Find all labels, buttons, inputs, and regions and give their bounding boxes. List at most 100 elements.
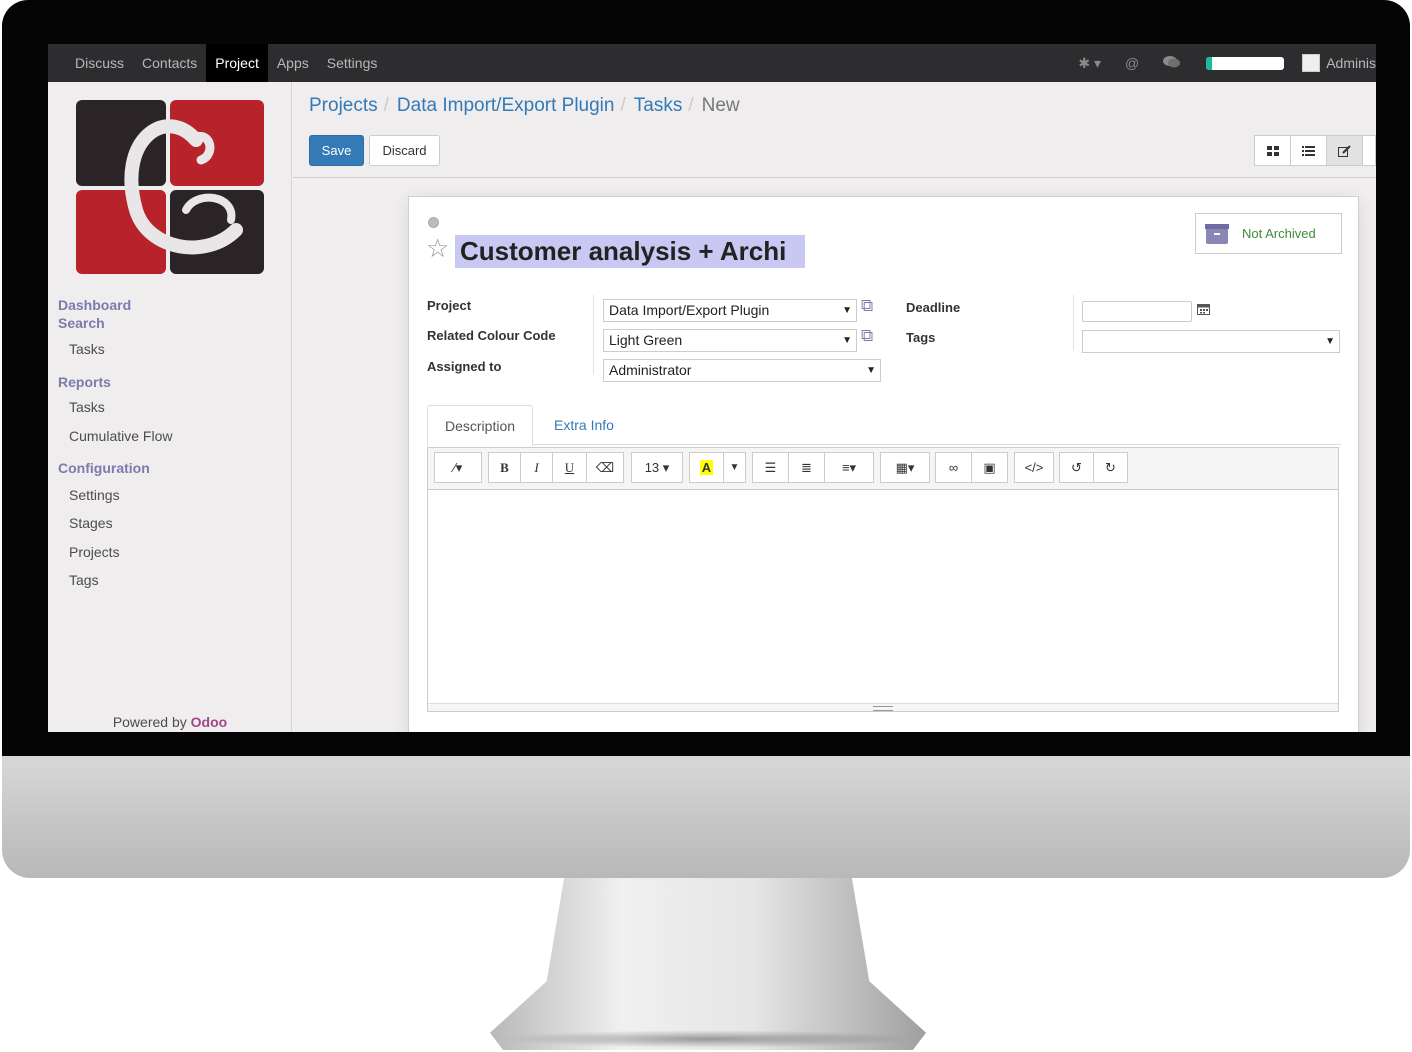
colour-code-label: Related Colour Code <box>427 328 556 343</box>
deadline-input[interactable] <box>1082 301 1192 322</box>
description-editor: ⁄▾ B I U ⌫ 13 ▾ A ▼ ☰ ≣ ≡▾ ▦▾ ∞ ▣ </> ↺ … <box>427 447 1339 712</box>
breadcrumb-separator: / <box>688 95 694 116</box>
kanban-icon <box>1266 145 1279 156</box>
editor-content-area[interactable] <box>428 490 1338 704</box>
list-view-button[interactable] <box>1290 135 1327 166</box>
undo-icon: ↺ <box>1071 459 1082 475</box>
menu-contacts[interactable]: Contacts <box>133 44 206 82</box>
font-size-dropdown[interactable]: 13 ▾ <box>631 452 683 483</box>
chevron-down-icon: ▼ <box>1325 336 1335 347</box>
tab-extra-info[interactable]: Extra Info <box>537 405 631 446</box>
image-button[interactable]: ▣ <box>971 452 1008 483</box>
external-link-icon[interactable]: ⧉ <box>861 326 873 346</box>
notebook-tabs: Description Extra Info <box>427 405 1341 446</box>
sidebar-configuration[interactable]: Configuration <box>58 459 150 477</box>
monitor-stand <box>490 878 926 1050</box>
undo-button[interactable]: ↺ <box>1059 452 1094 483</box>
priority-star-icon[interactable]: ☆ <box>426 235 449 261</box>
discard-button[interactable]: Discard <box>369 135 440 166</box>
paragraph-align-dropdown[interactable]: ≡▾ <box>824 452 874 483</box>
breadcrumb-projects[interactable]: Projects <box>309 95 378 117</box>
underline-button[interactable]: U <box>552 452 587 483</box>
link-icon: ∞ <box>948 460 959 475</box>
chevron-down-icon: ▼ <box>842 335 852 346</box>
redo-button[interactable]: ↻ <box>1093 452 1128 483</box>
tags-select[interactable]: ▼ <box>1082 330 1340 353</box>
company-logo <box>76 100 264 274</box>
more-views-button[interactable] <box>1362 135 1376 166</box>
onboarding-progress-bar <box>1206 56 1285 70</box>
control-panel: Projects / Data Import/Export Plugin / T… <box>293 82 1376 178</box>
menu-project[interactable]: Project <box>206 44 268 82</box>
powered-by: Powered by Odoo <box>48 714 292 730</box>
chevron-down-icon: ▼ <box>866 365 876 376</box>
form-view-button[interactable] <box>1326 135 1363 166</box>
sidebar-item-tags[interactable]: Tags <box>69 572 99 588</box>
image-icon: ▣ <box>983 459 996 475</box>
task-title-input[interactable]: Customer analysis + Archi <box>455 235 805 268</box>
style-dropdown-button[interactable]: ⁄▾ <box>434 452 482 483</box>
user-avatar[interactable] <box>1302 54 1321 72</box>
archive-toggle-button[interactable]: Not Archived <box>1195 213 1342 254</box>
kanban-view-button[interactable] <box>1254 135 1291 166</box>
menu-apps[interactable]: Apps <box>268 44 318 82</box>
sidebar-item-cumulative-flow[interactable]: Cumulative Flow <box>69 428 172 444</box>
chat-icon[interactable] <box>1163 55 1181 72</box>
project-select[interactable]: Data Import/Export Plugin ▼ <box>603 299 857 322</box>
menu-discuss[interactable]: Discuss <box>66 44 133 82</box>
kanban-state-indicator[interactable] <box>428 217 439 228</box>
sidebar: Dashboard Search Tasks Reports Tasks Cum… <box>48 82 292 732</box>
tags-label: Tags <box>906 330 936 345</box>
project-label: Project <box>427 298 472 313</box>
menu-settings[interactable]: Settings <box>318 44 387 82</box>
assigned-to-value: Administrator <box>609 362 692 378</box>
bullet-list-button[interactable]: ☰ <box>752 452 789 483</box>
sidebar-reports[interactable]: Reports <box>58 373 111 391</box>
odoo-link[interactable]: Odoo <box>191 714 228 730</box>
progress-fill <box>1206 56 1213 70</box>
sidebar-search[interactable]: Search <box>58 314 105 332</box>
powered-by-label: Powered by <box>112 714 187 730</box>
breadcrumb-tasks[interactable]: Tasks <box>634 95 683 117</box>
screen: Discuss Contacts Project Apps Settings ✱… <box>48 44 1376 732</box>
mention-icon[interactable]: @ <box>1125 55 1139 71</box>
assigned-to-label: Assigned to <box>427 359 502 374</box>
italic-button[interactable]: I <box>520 452 553 483</box>
clear-format-button[interactable]: ⌫ <box>586 452 624 483</box>
debug-bug-icon[interactable]: ✱ ▾ <box>1078 55 1101 72</box>
numbered-list-button[interactable]: ≣ <box>788 452 825 483</box>
sidebar-item-projects[interactable]: Projects <box>69 544 120 560</box>
text-color-button[interactable]: A <box>689 452 724 483</box>
sidebar-dashboard[interactable]: Dashboard <box>58 296 131 314</box>
color-dropdown-button[interactable]: ▼ <box>723 452 746 483</box>
sidebar-item-settings[interactable]: Settings <box>69 487 120 503</box>
chevron-down-icon: ▼ <box>842 305 852 316</box>
bold-button[interactable]: B <box>488 452 521 483</box>
form-sheet: ☆ Customer analysis + Archi Not Archived… <box>408 196 1359 732</box>
table-dropdown[interactable]: ▦▾ <box>880 452 930 483</box>
save-button[interactable]: Save <box>309 135 364 166</box>
sidebar-item-reports-tasks[interactable]: Tasks <box>69 399 105 415</box>
breadcrumb-project[interactable]: Data Import/Export Plugin <box>397 95 615 117</box>
tab-description[interactable]: Description <box>427 405 534 446</box>
archive-label: Not Archived <box>1242 226 1316 241</box>
link-button[interactable]: ∞ <box>935 452 972 483</box>
top-navbar: Discuss Contacts Project Apps Settings ✱… <box>48 44 1376 82</box>
user-name[interactable]: Adminis <box>1326 55 1376 71</box>
assigned-to-select[interactable]: Administrator ▼ <box>603 359 881 382</box>
sidebar-item-stages[interactable]: Stages <box>69 515 113 531</box>
calendar-icon[interactable] <box>1197 303 1210 318</box>
sidebar-item-search-tasks[interactable]: Tasks <box>69 341 105 357</box>
code-view-button[interactable]: </> <box>1014 452 1054 483</box>
editor-resize-handle[interactable] <box>428 703 1338 711</box>
field-divider <box>1073 295 1074 351</box>
magic-wand-icon: ⁄▾ <box>453 459 463 475</box>
app-menu: Discuss Contacts Project Apps Settings <box>66 44 386 82</box>
colour-code-select[interactable]: Light Green ▼ <box>603 329 857 352</box>
redo-icon: ↻ <box>1105 459 1116 475</box>
code-icon: </> <box>1024 460 1044 475</box>
unordered-list-icon: ☰ <box>764 459 777 475</box>
project-value: Data Import/Export Plugin <box>609 302 770 318</box>
view-switcher <box>1254 135 1376 166</box>
external-link-icon[interactable]: ⧉ <box>861 296 873 316</box>
